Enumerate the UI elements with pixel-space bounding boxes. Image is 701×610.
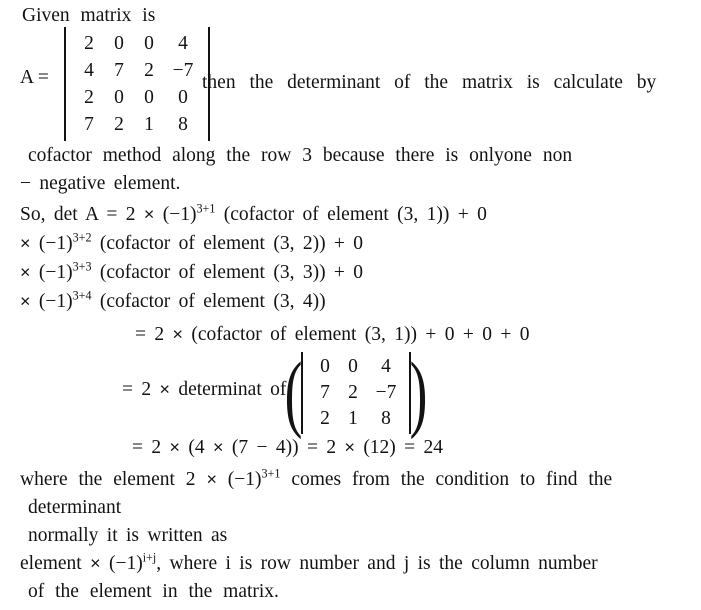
simplify1-pre: = 2 xyxy=(135,324,173,345)
formula-pre: element xyxy=(20,553,91,574)
matrix-cell: 4 xyxy=(84,59,94,81)
matrix-cell: 4 xyxy=(381,356,391,378)
multiply-sign: × xyxy=(172,324,183,344)
matrix-cell: 2 xyxy=(114,113,124,135)
multiply-sign: × xyxy=(344,437,355,457)
multiply-sign: × xyxy=(20,291,31,311)
multiply-sign: × xyxy=(159,379,170,399)
matrix-cell: 0 xyxy=(348,356,358,378)
text-line-given-matrix: Given matrix is xyxy=(22,5,156,26)
multiply-sign: × xyxy=(143,204,155,224)
det-line4-post: (cofactor of element (3, 4)) xyxy=(91,291,326,312)
matrix-a-grid: 2 0 0 4 4 7 2 −7 2 0 0 0 7 2 1 8 xyxy=(66,27,208,141)
formula-post: , where i is row number and j is the col… xyxy=(156,553,598,574)
matrix-cell: 1 xyxy=(348,408,358,430)
multiply-sign: × xyxy=(90,553,101,573)
text-line-normally-written: normally it is written as xyxy=(28,525,228,546)
exponent-iplusj: i+j xyxy=(142,550,157,565)
text-line-negative-element: − negative element. xyxy=(20,173,181,194)
text-line-of-element-matrix: of the element in the matrix. xyxy=(28,581,279,602)
text-line-simplify-1: = 2 × (cofactor of element (3, 1)) + 0 +… xyxy=(135,325,530,345)
exponent-3plus4: 3+4 xyxy=(72,288,92,303)
matrix-cell: 0 xyxy=(144,32,154,54)
text-line-simplify-2: = 2 × determinat of xyxy=(122,380,286,400)
det-line2-post: (cofactor of element (3, 2)) + 0 xyxy=(91,233,364,254)
matrix-cell: 0 xyxy=(178,86,188,108)
where-post: comes from the condition to find the xyxy=(280,469,613,490)
result-post: (12) = 24 xyxy=(354,437,444,458)
matrix-a-label: A = xyxy=(20,67,49,88)
simplify2-post: determinat of xyxy=(169,379,287,400)
text-line-det-expansion-4: × (−1)3+4 (cofactor of element (3, 4)) xyxy=(20,288,326,312)
multiply-sign: × xyxy=(20,233,31,253)
multiply-sign: × xyxy=(212,437,224,457)
exponent-3plus3: 3+3 xyxy=(72,259,92,274)
left-paren-icon: ( xyxy=(284,344,303,441)
det-line1-post: (cofactor of element (3, 1)) + 0 xyxy=(215,204,487,225)
matrix-cell: 2 xyxy=(84,32,94,54)
matrix-cell: 0 xyxy=(320,356,330,378)
det-line1-mid: (−1) xyxy=(154,204,197,225)
matrix-cell: 2 xyxy=(144,59,154,81)
where-mid: (−1) xyxy=(216,469,262,490)
det-line3-pre: (−1) xyxy=(30,262,73,283)
result-pre: = 2 xyxy=(132,437,170,458)
simplify2-pre: = 2 xyxy=(122,379,160,400)
multiply-sign: × xyxy=(169,437,180,457)
multiply-sign: × xyxy=(20,262,31,282)
result-mid2: (7 − 4)) = 2 xyxy=(223,437,345,458)
matrix-cell: 7 xyxy=(320,382,330,404)
text-line-det-expansion-3: × (−1)3+3 (cofactor of element (3, 3)) +… xyxy=(20,259,364,283)
matrix-cell: 0 xyxy=(114,86,124,108)
formula-mid: (−1) xyxy=(100,553,143,574)
result-mid: (4 xyxy=(179,437,213,458)
matrix-minor: ( 0 0 4 7 2 −7 2 1 8 ) xyxy=(284,344,428,441)
matrix-cell: 0 xyxy=(144,86,154,108)
matrix-cell: 1 xyxy=(144,113,154,135)
matrix-cell: 7 xyxy=(84,113,94,135)
matrix-minor-grid: 0 0 4 7 2 −7 2 1 8 xyxy=(303,352,409,434)
det-line2-pre: (−1) xyxy=(30,233,73,254)
matrix-cell: 7 xyxy=(114,59,124,81)
matrix-cell: 2 xyxy=(84,86,94,108)
matrix-a: 2 0 0 4 4 7 2 −7 2 0 0 0 7 2 1 8 xyxy=(64,27,210,141)
text-line-det-expansion-2: × (−1)3+2 (cofactor of element (3, 2)) +… xyxy=(20,230,364,254)
text-line-cofactor-method: cofactor method along the row 3 because … xyxy=(28,145,573,166)
text-line-where-element: where the element 2 × (−1)3+1 comes from… xyxy=(20,466,613,490)
det-line1-pre: So, det A = 2 xyxy=(20,204,144,225)
det-line4-pre: (−1) xyxy=(30,291,73,312)
multiply-sign: × xyxy=(206,469,217,489)
matrix-cell: 0 xyxy=(114,32,124,54)
exponent-3plus1: 3+1 xyxy=(261,466,281,481)
text-line-then-determinant: then the determinant of the matrix is ca… xyxy=(202,72,657,93)
text-line-element-formula: element × (−1)i+j, where i is row number… xyxy=(20,550,598,574)
text-line-det-expansion-1: So, det A = 2 × (−1)3+1 (cofactor of ele… xyxy=(20,201,487,225)
matrix-cell: 2 xyxy=(320,408,330,430)
matrix-cell: 2 xyxy=(348,382,358,404)
matrix-cell: 8 xyxy=(381,408,391,430)
matrix-cell: 4 xyxy=(178,32,188,54)
right-paren-icon: ) xyxy=(409,344,428,441)
exponent-3plus2: 3+2 xyxy=(72,230,92,245)
document-page: Given matrix is A = 2 0 0 4 4 7 2 −7 2 0… xyxy=(0,0,701,610)
where-pre: where the element 2 xyxy=(20,469,207,490)
text-line-final-result: = 2 × (4 × (7 − 4)) = 2 × (12) = 24 xyxy=(132,438,443,458)
det-line3-post: (cofactor of element (3, 3)) + 0 xyxy=(91,262,364,283)
matrix-cell: −7 xyxy=(375,382,397,404)
matrix-cell: 8 xyxy=(178,113,188,135)
simplify1-post: (cofactor of element (3, 1)) + 0 + 0 + 0 xyxy=(182,324,530,345)
text-line-determinant-word: determinant xyxy=(28,497,122,518)
exponent-3plus1: 3+1 xyxy=(196,201,216,216)
matrix-cell: −7 xyxy=(172,59,194,81)
